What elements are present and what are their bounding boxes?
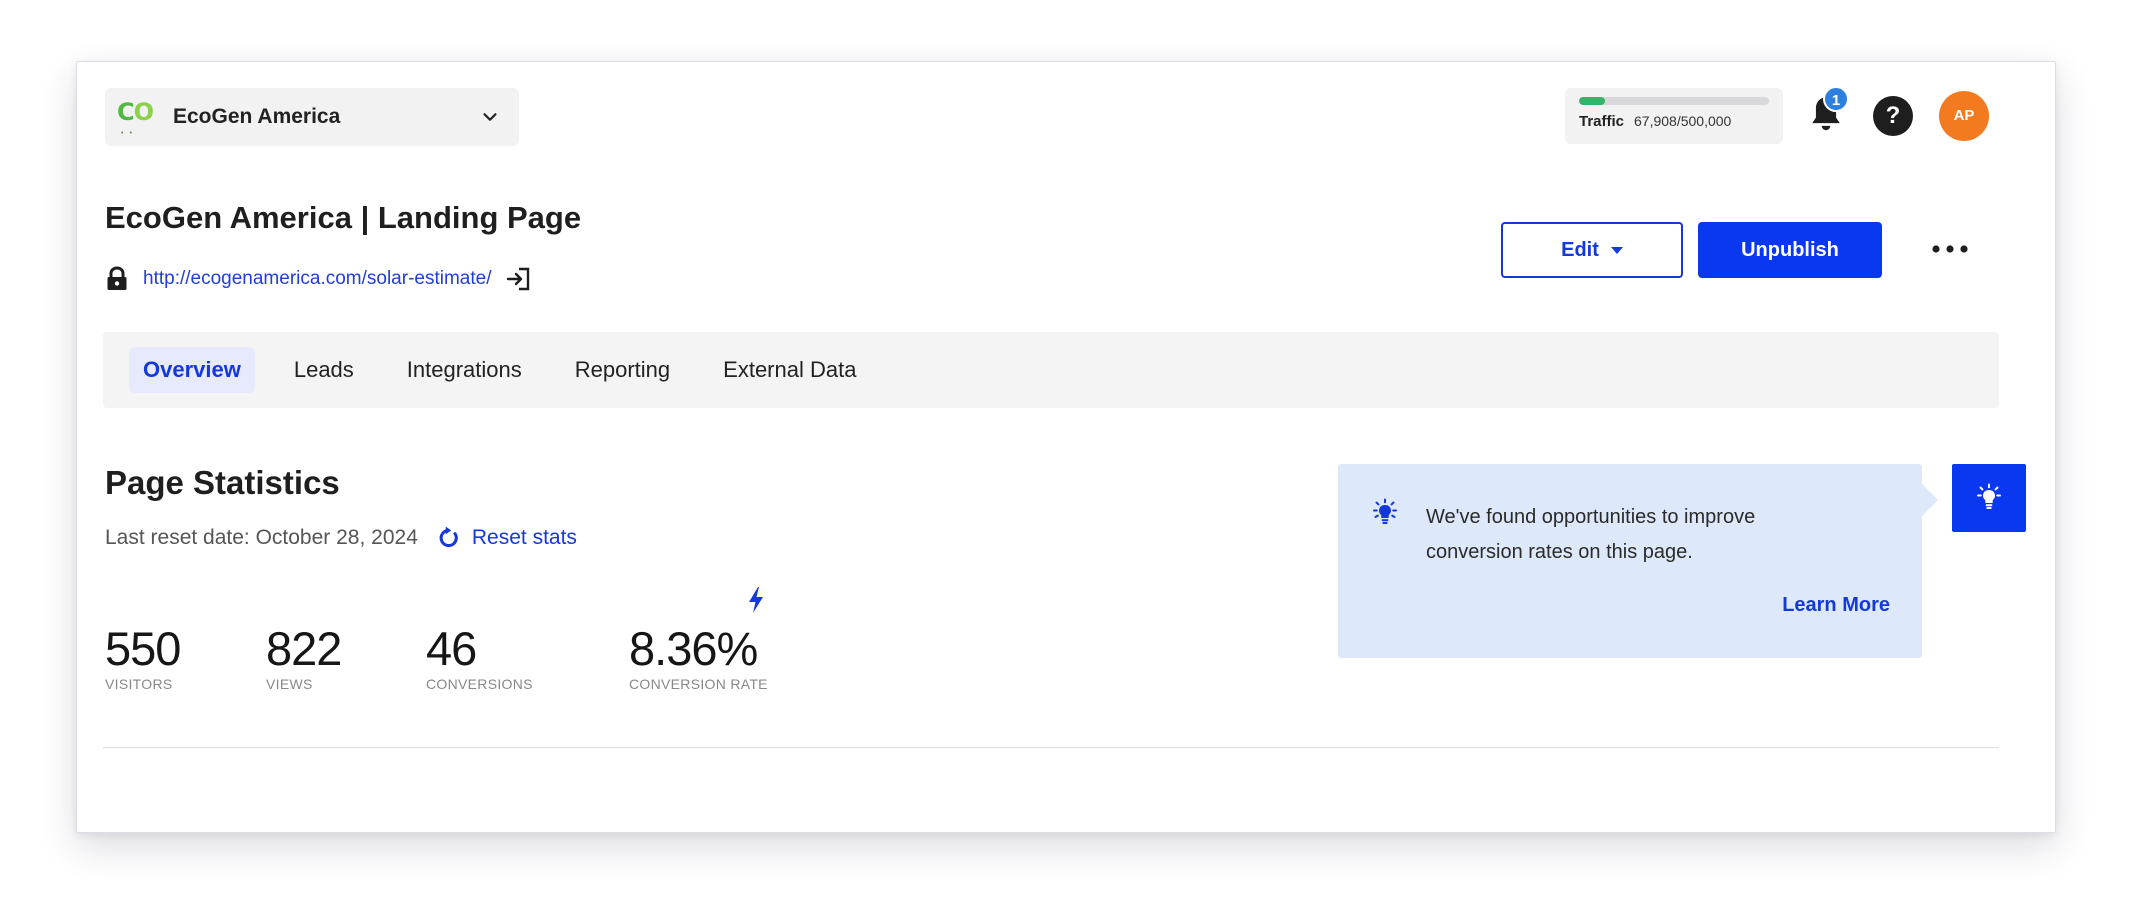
stat-conversion-rate: 8.36% CONVERSION RATE [629, 622, 768, 693]
tab-leads[interactable]: Leads [280, 347, 368, 393]
caret-down-icon [1610, 246, 1623, 254]
lock-icon [107, 266, 127, 290]
edit-button[interactable]: Edit [1501, 222, 1683, 278]
reset-row: Last reset date: October 28, 2024 Reset … [105, 525, 577, 551]
account-name: EcoGen America [173, 105, 341, 128]
insights-toggle-button[interactable] [1952, 464, 2026, 532]
traffic-label: Traffic [1579, 113, 1625, 130]
traffic-meter: Traffic 67,908/500,000 [1565, 88, 1783, 144]
tab-reporting[interactable]: Reporting [561, 347, 684, 393]
notification-badge: 1 [1823, 86, 1849, 112]
tab-integrations[interactable]: Integrations [393, 347, 536, 393]
page-url-row: http://ecogenamerica.com/solar-estimate/ [105, 265, 532, 293]
stat-value: 550 [105, 622, 181, 675]
traffic-progress-bar [1579, 97, 1769, 105]
learn-more-link[interactable]: Learn More [1782, 594, 1890, 617]
reset-stats-link[interactable]: Reset stats [472, 526, 577, 550]
tab-overview[interactable]: Overview [129, 347, 255, 393]
lightbulb-icon [1373, 498, 1397, 524]
ecogen-logo: CO •• [117, 98, 154, 137]
stat-label: VISITORS [105, 676, 173, 692]
tab-bar: Overview Leads Integrations Reporting Ex… [103, 332, 1999, 408]
chevron-down-icon [483, 113, 497, 121]
unpublish-button-label: Unpublish [1741, 238, 1839, 261]
stat-conversions: 46 CONVERSIONS [426, 622, 533, 693]
tip-message: We've found opportunities to improve con… [1426, 506, 1756, 563]
lightbulb-icon [1977, 483, 2001, 509]
optimization-tip-card: We've found opportunities to improve con… [1338, 464, 1922, 658]
unpublish-button[interactable]: Unpublish [1698, 222, 1882, 278]
reset-date: Last reset date: October 28, 2024 [105, 526, 418, 549]
open-external-icon[interactable] [504, 265, 532, 293]
account-switcher[interactable]: CO •• EcoGen America [105, 88, 519, 146]
refresh-icon[interactable] [436, 525, 462, 551]
help-icon[interactable]: ? [1873, 96, 1913, 136]
lightning-icon [749, 587, 763, 613]
more-options-icon[interactable] [1929, 234, 1971, 264]
stat-label: VIEWS [266, 676, 313, 692]
stat-label: CONVERSION RATE [629, 676, 768, 692]
avatar[interactable]: AP [1939, 91, 1989, 141]
edit-button-label: Edit [1561, 238, 1599, 261]
stat-label: CONVERSIONS [426, 676, 533, 692]
stat-visitors: 550 VISITORS [105, 622, 181, 693]
traffic-progress-fill [1579, 97, 1605, 105]
traffic-count: 67,908/500,000 [1634, 113, 1732, 129]
stat-value: 822 [266, 622, 342, 675]
tip-pointer [1922, 484, 1938, 516]
divider [103, 747, 1999, 748]
stat-views: 822 VIEWS [266, 622, 342, 693]
page-url-link[interactable]: http://ecogenamerica.com/solar-estimate/ [143, 268, 492, 290]
stats-title: Page Statistics [105, 464, 340, 501]
stat-value: 8.36% [629, 622, 758, 675]
page-title: EcoGen America | Landing Page [105, 200, 582, 235]
app-window: CO •• EcoGen America Traffic 67,908/500,… [76, 61, 2056, 833]
stat-value: 46 [426, 622, 477, 675]
tab-external-data[interactable]: External Data [709, 347, 870, 393]
